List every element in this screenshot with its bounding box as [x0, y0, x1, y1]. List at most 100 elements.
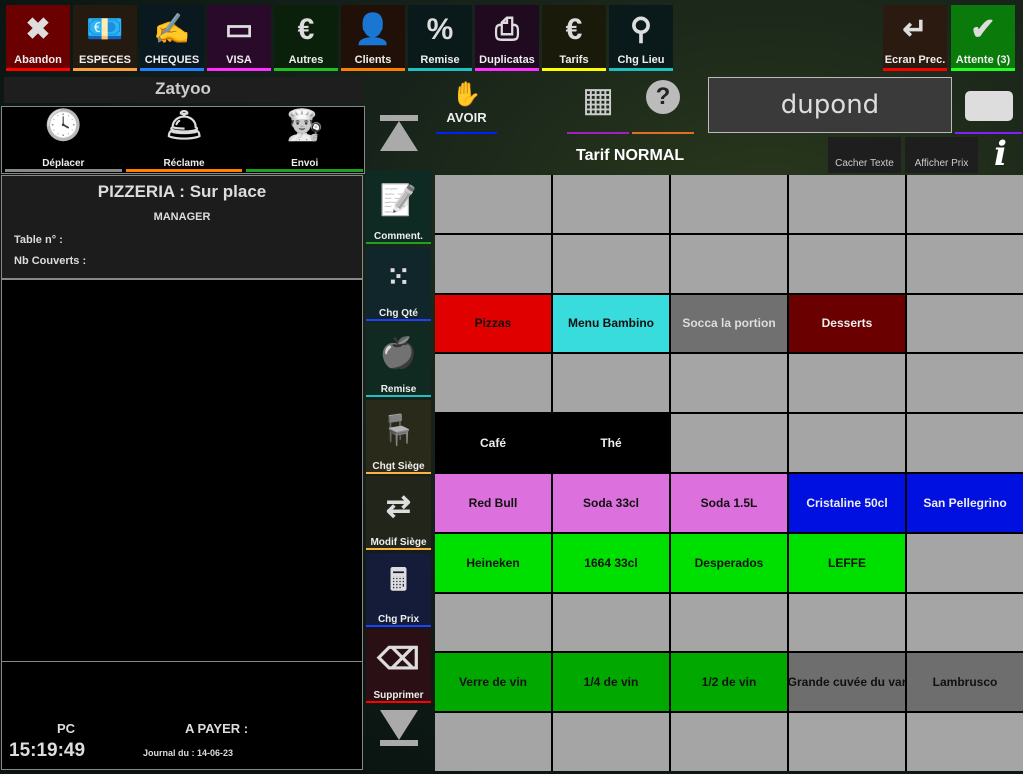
product-button[interactable]: Lambrusco	[907, 653, 1023, 712]
empty-product-slot	[435, 234, 551, 293]
empty-product-slot	[907, 354, 1023, 413]
toolbar-label: CHEQUES	[144, 54, 200, 66]
sidebar-supprimer-button[interactable]: ⌫ Supprimer	[366, 629, 431, 703]
product-button[interactable]: 1/4 de vin	[553, 653, 669, 712]
toolbar-duplicatas-button[interactable]: ⎙ Duplicatas	[475, 5, 539, 71]
sidebar-remise-button[interactable]: 🍎 Remise	[366, 323, 431, 397]
product-button[interactable]: Heineken	[435, 533, 551, 592]
location-pin-icon: ⚲	[630, 13, 652, 46]
sidebar-label: Chgt Siège	[372, 460, 425, 472]
table-number-label[interactable]: Table n° :	[14, 234, 362, 246]
product-button[interactable]: 1664 33cl	[553, 533, 669, 592]
return-arrow-icon: ↵	[902, 13, 928, 46]
empty-product-slot	[553, 234, 669, 293]
order-lines-list[interactable]	[1, 279, 363, 662]
product-button[interactable]: Pizzas	[435, 294, 551, 353]
toolbar-label: Tarifs	[559, 54, 589, 66]
product-button[interactable]: Café	[435, 414, 551, 472]
action-label: Déplacer	[42, 158, 85, 169]
empty-product-slot	[789, 354, 905, 413]
chair-swap-icon: ⇄	[385, 490, 412, 523]
credit-card-icon: ▭	[224, 13, 254, 46]
check-icon: ✔	[970, 13, 996, 46]
sidebar-label: Modif Siège	[370, 537, 427, 548]
to-pay-label: A PAYER :	[185, 721, 249, 736]
product-button[interactable]: Desserts	[789, 294, 905, 353]
clock-time: 15:19:49	[9, 740, 86, 761]
scroll-up-button[interactable]	[380, 115, 418, 153]
action-0-button[interactable]: 🕓 Déplacer	[5, 108, 122, 172]
sidebar-label: Comment.	[374, 231, 423, 242]
empty-product-slot	[789, 234, 905, 293]
discount-receipt-icon: %	[426, 12, 454, 46]
product-button[interactable]: Thé	[553, 414, 669, 472]
toolbar-cheques-button[interactable]: ✍ CHEQUES	[140, 5, 204, 71]
calendar-pencil-icon: 📝	[379, 184, 418, 217]
order-footer: PC 15:19:49 A PAYER : Journal du : 14-06…	[1, 661, 363, 770]
product-button[interactable]: Socca la portion	[671, 294, 787, 353]
avoir-label: AVOIR	[446, 110, 487, 125]
empty-product-slot	[789, 414, 905, 472]
empty-product-slot	[907, 294, 1023, 353]
toolbar-visa-button[interactable]: ▭ VISA	[207, 5, 271, 71]
product-button[interactable]: LEFFE	[789, 533, 905, 592]
sidebar-chg-qt--button[interactable]: ⁙ Chg Qté	[366, 246, 431, 321]
toolbar-abandon-button[interactable]: ✖ Abandon	[6, 5, 70, 71]
toolbar-label: VISA	[226, 54, 252, 66]
product-button[interactable]: Verre de vin	[435, 653, 551, 712]
toolbar-label: Ecran Prec.	[884, 54, 946, 66]
info-icon[interactable]: i	[994, 134, 1007, 174]
product-button[interactable]: Soda 33cl	[553, 473, 669, 532]
toolbar-tarifs-button[interactable]: € Tarifs	[542, 5, 606, 71]
sidebar-chgt-si-ge-button[interactable]: 🪑 Chgt Siège	[366, 399, 431, 474]
empty-product-slot	[553, 713, 669, 771]
product-button[interactable]: Grande cuvée du var	[789, 653, 905, 712]
service-bell-icon: 🛎	[164, 109, 204, 142]
toolbar-label: Remise	[420, 54, 460, 66]
empty-product-slot	[553, 175, 669, 233]
product-button[interactable]: Menu Bambino	[553, 294, 669, 353]
apple-discount-icon: 🍎	[379, 337, 418, 370]
empty-product-slot	[671, 713, 787, 771]
sidebar-modif-si-ge-button[interactable]: ⇄ Modif Siège	[366, 476, 431, 550]
product-button[interactable]: San Pellegrino	[907, 473, 1023, 532]
empty-product-slot	[671, 414, 787, 472]
sidebar-comment--button[interactable]: 📝 Comment.	[366, 170, 431, 244]
sidebar-label: Remise	[380, 384, 417, 395]
action-2-button[interactable]: 👨‍🍳 Envoi	[246, 108, 364, 172]
product-button[interactable]: Cristaline 50cl	[789, 473, 905, 532]
empty-product-slot	[435, 354, 551, 413]
toolbar-ecran-prec--button[interactable]: ↵ Ecran Prec.	[883, 5, 947, 71]
order-title: PIZZERIA : Sur place	[97, 182, 267, 201]
empty-product-slot	[907, 414, 1023, 472]
toolbar-attente-3--button[interactable]: ✔ Attente (3)	[951, 5, 1015, 71]
toolbar-chg-lieu-button[interactable]: ⚲ Chg Lieu	[609, 5, 673, 71]
empty-product-slot	[435, 713, 551, 771]
scroll-down-button[interactable]	[380, 710, 418, 748]
abacus-icon: ⁙	[385, 260, 412, 294]
toolbar-especes-button[interactable]: 💶 ESPECES	[73, 5, 137, 71]
sidebar-chg-prix-button[interactable]: 🖩 Chg Prix	[366, 552, 431, 627]
search-input[interactable]	[708, 77, 952, 133]
product-button[interactable]: 1/2 de vin	[671, 653, 787, 712]
keyboard-button[interactable]	[955, 80, 1022, 134]
empty-product-slot	[671, 593, 787, 652]
product-button[interactable]: Red Bull	[435, 473, 551, 532]
toolbar-autres-button[interactable]: € Autres	[274, 5, 338, 71]
action-1-button[interactable]: 🛎 Réclame	[125, 108, 243, 172]
empty-product-slot	[907, 713, 1023, 771]
covers-label[interactable]: Nb Couverts :	[14, 255, 362, 267]
show-price-button[interactable]: Afficher Prix	[905, 137, 978, 173]
toolbar-clients-button[interactable]: 👤 Clients	[341, 5, 405, 71]
product-button[interactable]: Desperados	[671, 533, 787, 592]
empty-product-slot	[907, 593, 1023, 652]
chef-hat-icon: 👨‍🍳	[286, 109, 324, 142]
product-button[interactable]: Soda 1.5L	[671, 473, 787, 532]
qr-code-button[interactable]: ▦	[567, 80, 629, 134]
help-button[interactable]: ?	[632, 80, 694, 134]
hide-text-button[interactable]: Cacher Texte	[828, 137, 901, 173]
toolbar-remise-button[interactable]: % Remise	[408, 5, 472, 71]
hand-money-icon: ✋	[451, 81, 482, 108]
clock-icon: 🕓	[44, 109, 83, 142]
avoir-button[interactable]: ✋ AVOIR	[436, 80, 497, 134]
